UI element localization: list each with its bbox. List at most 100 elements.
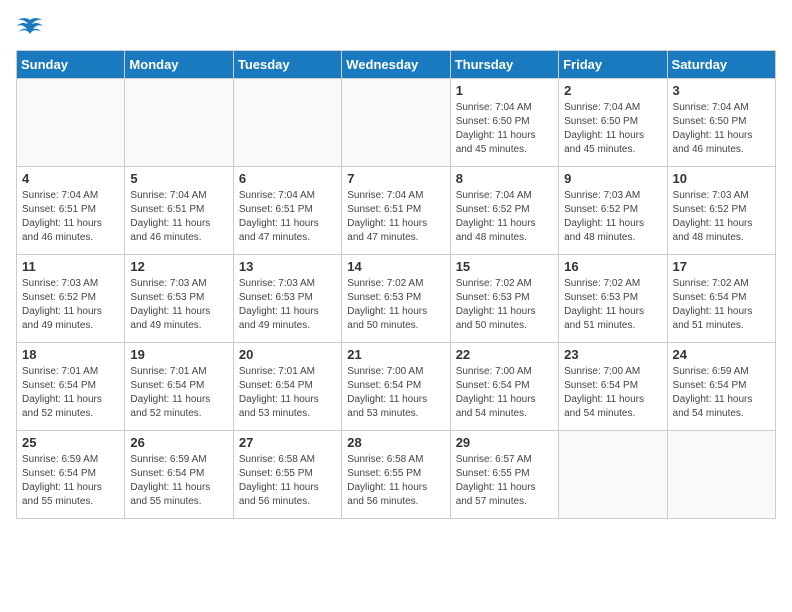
day-number: 16 [564, 259, 661, 274]
calendar-cell: 15 Sunrise: 7:02 AMSunset: 6:53 PMDayligh… [450, 255, 558, 343]
day-info: Sunrise: 6:58 AMSunset: 6:55 PMDaylight:… [347, 453, 444, 509]
day-info: Sunrise: 6:57 AMSunset: 6:55 PMDaylight:… [456, 453, 553, 509]
calendar-table: SundayMondayTuesdayWednesdayThursdayFrid… [16, 50, 776, 519]
weekday-header-thursday: Thursday [450, 51, 558, 79]
day-info: Sunrise: 7:03 AMSunset: 6:53 PMDaylight:… [130, 277, 227, 333]
calendar-cell: 6 Sunrise: 7:04 AMSunset: 6:51 PMDaylight… [233, 167, 341, 255]
day-info: Sunrise: 7:02 AMSunset: 6:53 PMDaylight:… [456, 277, 553, 333]
calendar-cell: 2 Sunrise: 7:04 AMSunset: 6:50 PMDaylight… [559, 79, 667, 167]
day-info: Sunrise: 7:00 AMSunset: 6:54 PMDaylight:… [456, 365, 553, 421]
day-info: Sunrise: 7:00 AMSunset: 6:54 PMDaylight:… [347, 365, 444, 421]
day-number: 13 [239, 259, 336, 274]
day-info: Sunrise: 7:04 AMSunset: 6:50 PMDaylight:… [564, 101, 661, 157]
day-number: 21 [347, 347, 444, 362]
day-info: Sunrise: 7:01 AMSunset: 6:54 PMDaylight:… [130, 365, 227, 421]
day-number: 20 [239, 347, 336, 362]
calendar-cell: 27 Sunrise: 6:58 AMSunset: 6:55 PMDayligh… [233, 431, 341, 519]
day-number: 12 [130, 259, 227, 274]
calendar-cell [667, 431, 775, 519]
calendar-cell [125, 79, 233, 167]
calendar-cell: 23 Sunrise: 7:00 AMSunset: 6:54 PMDayligh… [559, 343, 667, 431]
calendar-week-5: 25 Sunrise: 6:59 AMSunset: 6:54 PMDayligh… [17, 431, 776, 519]
day-info: Sunrise: 7:04 AMSunset: 6:50 PMDaylight:… [673, 101, 770, 157]
calendar-cell [17, 79, 125, 167]
day-number: 18 [22, 347, 119, 362]
day-number: 10 [673, 171, 770, 186]
weekday-header-saturday: Saturday [667, 51, 775, 79]
day-number: 24 [673, 347, 770, 362]
day-number: 22 [456, 347, 553, 362]
day-info: Sunrise: 7:02 AMSunset: 6:54 PMDaylight:… [673, 277, 770, 333]
calendar-cell: 18 Sunrise: 7:01 AMSunset: 6:54 PMDayligh… [17, 343, 125, 431]
day-number: 3 [673, 83, 770, 98]
day-info: Sunrise: 7:02 AMSunset: 6:53 PMDaylight:… [564, 277, 661, 333]
day-number: 28 [347, 435, 444, 450]
logo [16, 16, 48, 38]
day-number: 26 [130, 435, 227, 450]
calendar-cell: 26 Sunrise: 6:59 AMSunset: 6:54 PMDayligh… [125, 431, 233, 519]
day-info: Sunrise: 7:03 AMSunset: 6:52 PMDaylight:… [673, 189, 770, 245]
day-number: 15 [456, 259, 553, 274]
weekday-header-row: SundayMondayTuesdayWednesdayThursdayFrid… [17, 51, 776, 79]
calendar-cell: 29Sunrise: 6:57 AMSunset: 6:55 PMDayligh… [450, 431, 558, 519]
calendar-cell: 7 Sunrise: 7:04 AMSunset: 6:51 PMDaylight… [342, 167, 450, 255]
day-number: 25 [22, 435, 119, 450]
calendar-cell: 3 Sunrise: 7:04 AMSunset: 6:50 PMDaylight… [667, 79, 775, 167]
calendar-cell: 1Sunrise: 7:04 AMSunset: 6:50 PMDaylight… [450, 79, 558, 167]
calendar-cell: 13 Sunrise: 7:03 AMSunset: 6:53 PMDayligh… [233, 255, 341, 343]
day-info: Sunrise: 7:04 AMSunset: 6:51 PMDaylight:… [347, 189, 444, 245]
day-info: Sunrise: 7:03 AMSunset: 6:52 PMDaylight:… [22, 277, 119, 333]
calendar-cell: 25 Sunrise: 6:59 AMSunset: 6:54 PMDayligh… [17, 431, 125, 519]
calendar-cell: 19 Sunrise: 7:01 AMSunset: 6:54 PMDayligh… [125, 343, 233, 431]
logo-icon [16, 16, 44, 38]
day-info: Sunrise: 7:00 AMSunset: 6:54 PMDaylight:… [564, 365, 661, 421]
day-number: 11 [22, 259, 119, 274]
calendar-cell: 17Sunrise: 7:02 AMSunset: 6:54 PMDayligh… [667, 255, 775, 343]
calendar-cell: 5 Sunrise: 7:04 AMSunset: 6:51 PMDaylight… [125, 167, 233, 255]
day-info: Sunrise: 7:04 AMSunset: 6:51 PMDaylight:… [22, 189, 119, 245]
day-number: 9 [564, 171, 661, 186]
calendar-cell: 14Sunrise: 7:02 AMSunset: 6:53 PMDayligh… [342, 255, 450, 343]
day-info: Sunrise: 7:04 AMSunset: 6:50 PMDaylight:… [456, 101, 553, 157]
day-info: Sunrise: 6:59 AMSunset: 6:54 PMDaylight:… [673, 365, 770, 421]
day-number: 7 [347, 171, 444, 186]
calendar-cell: 11 Sunrise: 7:03 AMSunset: 6:52 PMDayligh… [17, 255, 125, 343]
day-info: Sunrise: 7:04 AMSunset: 6:51 PMDaylight:… [130, 189, 227, 245]
weekday-header-sunday: Sunday [17, 51, 125, 79]
calendar-cell: 24 Sunrise: 6:59 AMSunset: 6:54 PMDayligh… [667, 343, 775, 431]
day-info: Sunrise: 7:04 AMSunset: 6:52 PMDaylight:… [456, 189, 553, 245]
day-number: 27 [239, 435, 336, 450]
calendar-cell: 10 Sunrise: 7:03 AMSunset: 6:52 PMDayligh… [667, 167, 775, 255]
day-info: Sunrise: 7:01 AMSunset: 6:54 PMDaylight:… [22, 365, 119, 421]
weekday-header-monday: Monday [125, 51, 233, 79]
day-number: 2 [564, 83, 661, 98]
day-number: 8 [456, 171, 553, 186]
calendar-week-4: 18 Sunrise: 7:01 AMSunset: 6:54 PMDayligh… [17, 343, 776, 431]
calendar-week-1: 1Sunrise: 7:04 AMSunset: 6:50 PMDaylight… [17, 79, 776, 167]
calendar-cell [233, 79, 341, 167]
day-info: Sunrise: 6:59 AMSunset: 6:54 PMDaylight:… [130, 453, 227, 509]
calendar-cell: 21 Sunrise: 7:00 AMSunset: 6:54 PMDayligh… [342, 343, 450, 431]
day-number: 23 [564, 347, 661, 362]
day-number: 19 [130, 347, 227, 362]
calendar-cell: 12 Sunrise: 7:03 AMSunset: 6:53 PMDayligh… [125, 255, 233, 343]
day-number: 5 [130, 171, 227, 186]
day-info: Sunrise: 6:58 AMSunset: 6:55 PMDaylight:… [239, 453, 336, 509]
calendar-cell: 22 Sunrise: 7:00 AMSunset: 6:54 PMDayligh… [450, 343, 558, 431]
calendar-cell: 9Sunrise: 7:03 AMSunset: 6:52 PMDaylight… [559, 167, 667, 255]
weekday-header-friday: Friday [559, 51, 667, 79]
day-number: 14 [347, 259, 444, 274]
weekday-header-tuesday: Tuesday [233, 51, 341, 79]
day-info: Sunrise: 6:59 AMSunset: 6:54 PMDaylight:… [22, 453, 119, 509]
day-number: 6 [239, 171, 336, 186]
calendar-week-2: 4Sunrise: 7:04 AMSunset: 6:51 PMDaylight… [17, 167, 776, 255]
calendar-cell: 20 Sunrise: 7:01 AMSunset: 6:54 PMDayligh… [233, 343, 341, 431]
day-info: Sunrise: 7:03 AMSunset: 6:53 PMDaylight:… [239, 277, 336, 333]
day-info: Sunrise: 7:01 AMSunset: 6:54 PMDaylight:… [239, 365, 336, 421]
weekday-header-wednesday: Wednesday [342, 51, 450, 79]
calendar-cell [342, 79, 450, 167]
calendar-cell [559, 431, 667, 519]
calendar-cell: 28 Sunrise: 6:58 AMSunset: 6:55 PMDayligh… [342, 431, 450, 519]
day-info: Sunrise: 7:04 AMSunset: 6:51 PMDaylight:… [239, 189, 336, 245]
calendar-cell: 16 Sunrise: 7:02 AMSunset: 6:53 PMDayligh… [559, 255, 667, 343]
